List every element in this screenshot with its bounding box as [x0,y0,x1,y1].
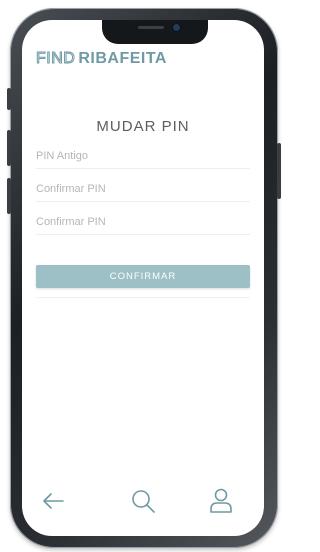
app-screen: FIND RIBAFEITA MUDAR PIN CONFIRMAR [22,20,264,536]
app-logo: FIND RIBAFEITA [35,50,167,68]
new-pin-input[interactable] [36,177,250,202]
old-pin-input[interactable] [36,144,250,169]
side-button-power [277,143,281,199]
nav-back-button[interactable] [38,486,68,516]
confirm-button[interactable]: CONFIRMAR [36,265,250,288]
logo-find-text: FIND [35,50,76,68]
nav-profile-button[interactable] [206,486,236,516]
phone-notch [102,20,208,44]
side-button-volume-down [7,178,11,214]
front-camera [173,24,180,31]
side-button-mute [7,88,11,110]
side-button-volume-up [7,130,11,166]
speaker-grille [138,26,164,29]
user-icon [210,488,232,513]
page-title: MUDAR PIN [96,118,190,135]
confirm-pin-input[interactable] [36,210,250,235]
bottom-navigation [22,486,264,522]
search-icon [132,490,155,513]
logo-ribafeita-text: RIBAFEITA [78,50,167,67]
back-arrow-icon [43,493,64,509]
divider [36,297,250,298]
nav-search-button[interactable] [128,486,158,516]
